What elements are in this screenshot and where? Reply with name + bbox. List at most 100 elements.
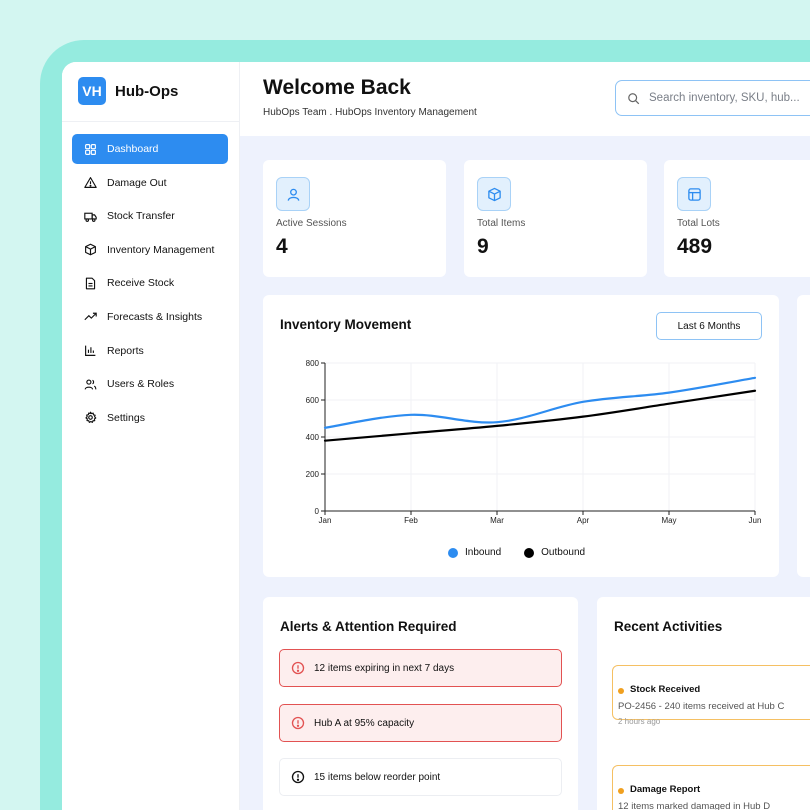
truck-icon [84, 212, 97, 222]
legend-swatch [448, 547, 458, 558]
stat-label: Total Items [477, 218, 526, 229]
x-tick-label: Apr [577, 516, 590, 525]
alert-circle-icon [291, 716, 305, 730]
header: Welcome Back HubOps Team . HubOps Invent… [240, 62, 810, 136]
sidebar-item-forecasts-insights[interactable]: Forecasts & Insights [72, 302, 228, 332]
y-tick-label: 200 [306, 470, 320, 479]
sidebar-item-inventory-management[interactable]: Inventory Management [72, 235, 228, 265]
inventory-movement-card: Inventory Movement Last 6 Months 0 200 400… [263, 295, 779, 577]
y-tick-label: 400 [306, 433, 320, 442]
trending-up-icon [84, 313, 97, 321]
status-dot [618, 788, 624, 794]
y-tick-label: 600 [306, 396, 320, 405]
x-tick-label: Feb [404, 516, 418, 525]
page-title: Welcome Back [263, 76, 411, 99]
sidebar: VH Hub-Ops Dashboard Damage Out Stock Tr… [62, 62, 240, 810]
sidebar-item-damage-out[interactable]: Damage Out [72, 168, 228, 198]
alert-circle-icon [291, 770, 305, 784]
stat-card-total-lots[interactable]: Total Lots 489 [664, 160, 810, 277]
recent-activities-card: Recent Activities Stock Received PO-2456… [597, 597, 810, 810]
y-tick-label: 0 [315, 507, 320, 516]
status-dot [618, 688, 624, 694]
alert-item[interactable]: Hub A at 95% capacity [279, 704, 562, 742]
grid-icon [85, 143, 96, 155]
bar-chart-icon [85, 345, 96, 357]
brand-logo: VH [78, 77, 106, 105]
activity-title: Damage Report [630, 784, 701, 795]
y-tick-label: 800 [306, 359, 320, 368]
sidebar-item-reports[interactable]: Reports [72, 336, 228, 366]
legend-label: Outbound [541, 547, 586, 558]
stat-icon-box [677, 177, 711, 211]
alert-item[interactable]: 12 items expiring in next 7 days [279, 649, 562, 687]
sidebar-item-stock-transfer[interactable]: Stock Transfer [72, 201, 228, 231]
x-tick-label: Jan [319, 516, 332, 525]
alerts-card: Alerts & Attention Required 12 items exp… [263, 597, 578, 810]
box-icon [487, 187, 501, 201]
stat-card-total-items[interactable]: Total Items 9 [464, 160, 647, 277]
stat-value: 4 [276, 235, 288, 258]
series-line-inbound [323, 376, 757, 429]
sidebar-item-label: Inventory Management [107, 243, 215, 256]
alert-text: 12 items expiring in next 7 days [314, 662, 455, 674]
sidebar-item-receive-stock[interactable]: Receive Stock [72, 268, 228, 298]
sidebar-item-label: Forecasts & Insights [107, 310, 203, 323]
alert-circle-icon [291, 661, 305, 675]
sidebar-item-label: Dashboard [107, 143, 159, 155]
main-content: Active Sessions 4 Total Items 9 Total Lo… [240, 136, 810, 810]
activity-time: 2 hours ago [618, 717, 661, 726]
search-box[interactable] [615, 80, 810, 116]
users-icon [84, 379, 97, 390]
card-title: Recent Activities [614, 619, 723, 634]
legend-label: Inbound [465, 547, 502, 558]
gear-icon [85, 411, 97, 424]
activity-item[interactable]: Damage Report 12 items marked damaged in… [612, 765, 810, 810]
movement-chart: 0 200 400 600 800 Jan Feb Mar Apr May Jun [306, 359, 762, 525]
stat-label: Active Sessions [276, 218, 347, 229]
x-tick-label: May [661, 516, 676, 525]
divider [62, 121, 240, 122]
warning-icon [84, 177, 97, 189]
x-tick-label: Jun [749, 516, 762, 525]
user-icon [287, 188, 299, 201]
stat-card-active-sessions[interactable]: Active Sessions 4 [263, 160, 446, 277]
alert-text: 15 items below reorder point [314, 771, 441, 783]
brand[interactable]: VH Hub-Ops [78, 77, 178, 105]
document-icon [85, 277, 96, 290]
chart-legend: Inbound Outbound [448, 547, 608, 558]
activity-desc: PO-2456 - 240 items received at Hub C [618, 701, 785, 712]
sidebar-item-label: Users & Roles [107, 378, 175, 391]
sidebar-item-label: Settings [107, 411, 145, 424]
sidebar-item-label: Receive Stock [107, 277, 175, 290]
sidebar-item-settings[interactable]: Settings [72, 403, 228, 433]
card-title: Alerts & Attention Required [280, 619, 457, 634]
sidebar-nav: Dashboard Damage Out Stock Transfer Inve… [72, 134, 228, 436]
x-tick-label: Mar [490, 516, 504, 525]
layout-icon [687, 187, 701, 201]
stat-icon-box [477, 177, 511, 211]
sidebar-item-label: Stock Transfer [107, 210, 175, 223]
stat-value: 9 [477, 235, 489, 258]
legend-item-inbound[interactable]: Inbound [448, 547, 501, 558]
alert-text: Hub A at 95% capacity [314, 717, 415, 729]
search-icon [628, 92, 640, 104]
sidebar-item-dashboard[interactable]: Dashboard [72, 134, 228, 164]
page-subtitle: HubOps Team . HubOps Inventory Managemen… [263, 107, 477, 118]
brand-name: Hub-Ops [115, 82, 179, 100]
sidebar-item-label: Damage Out [107, 176, 167, 189]
activity-item[interactable]: Stock Received PO-2456 - 240 items recei… [612, 665, 810, 726]
side-card [797, 295, 810, 577]
activity-desc: 12 items marked damaged in Hub D [618, 801, 771, 810]
stat-label: Total Lots [677, 218, 720, 229]
app-window: VH Hub-Ops Dashboard Damage Out Stock Tr… [62, 62, 810, 810]
activity-title: Stock Received [630, 684, 701, 695]
stat-value: 489 [677, 235, 713, 258]
stat-icon-box [276, 177, 310, 211]
sidebar-item-users-roles[interactable]: Users & Roles [72, 369, 228, 399]
box-icon [85, 243, 96, 256]
sidebar-item-label: Reports [107, 344, 144, 357]
legend-item-outbound[interactable]: Outbound [524, 547, 585, 558]
search-input[interactable] [649, 92, 810, 104]
alert-item[interactable]: 15 items below reorder point [279, 758, 562, 796]
legend-swatch [524, 547, 535, 558]
